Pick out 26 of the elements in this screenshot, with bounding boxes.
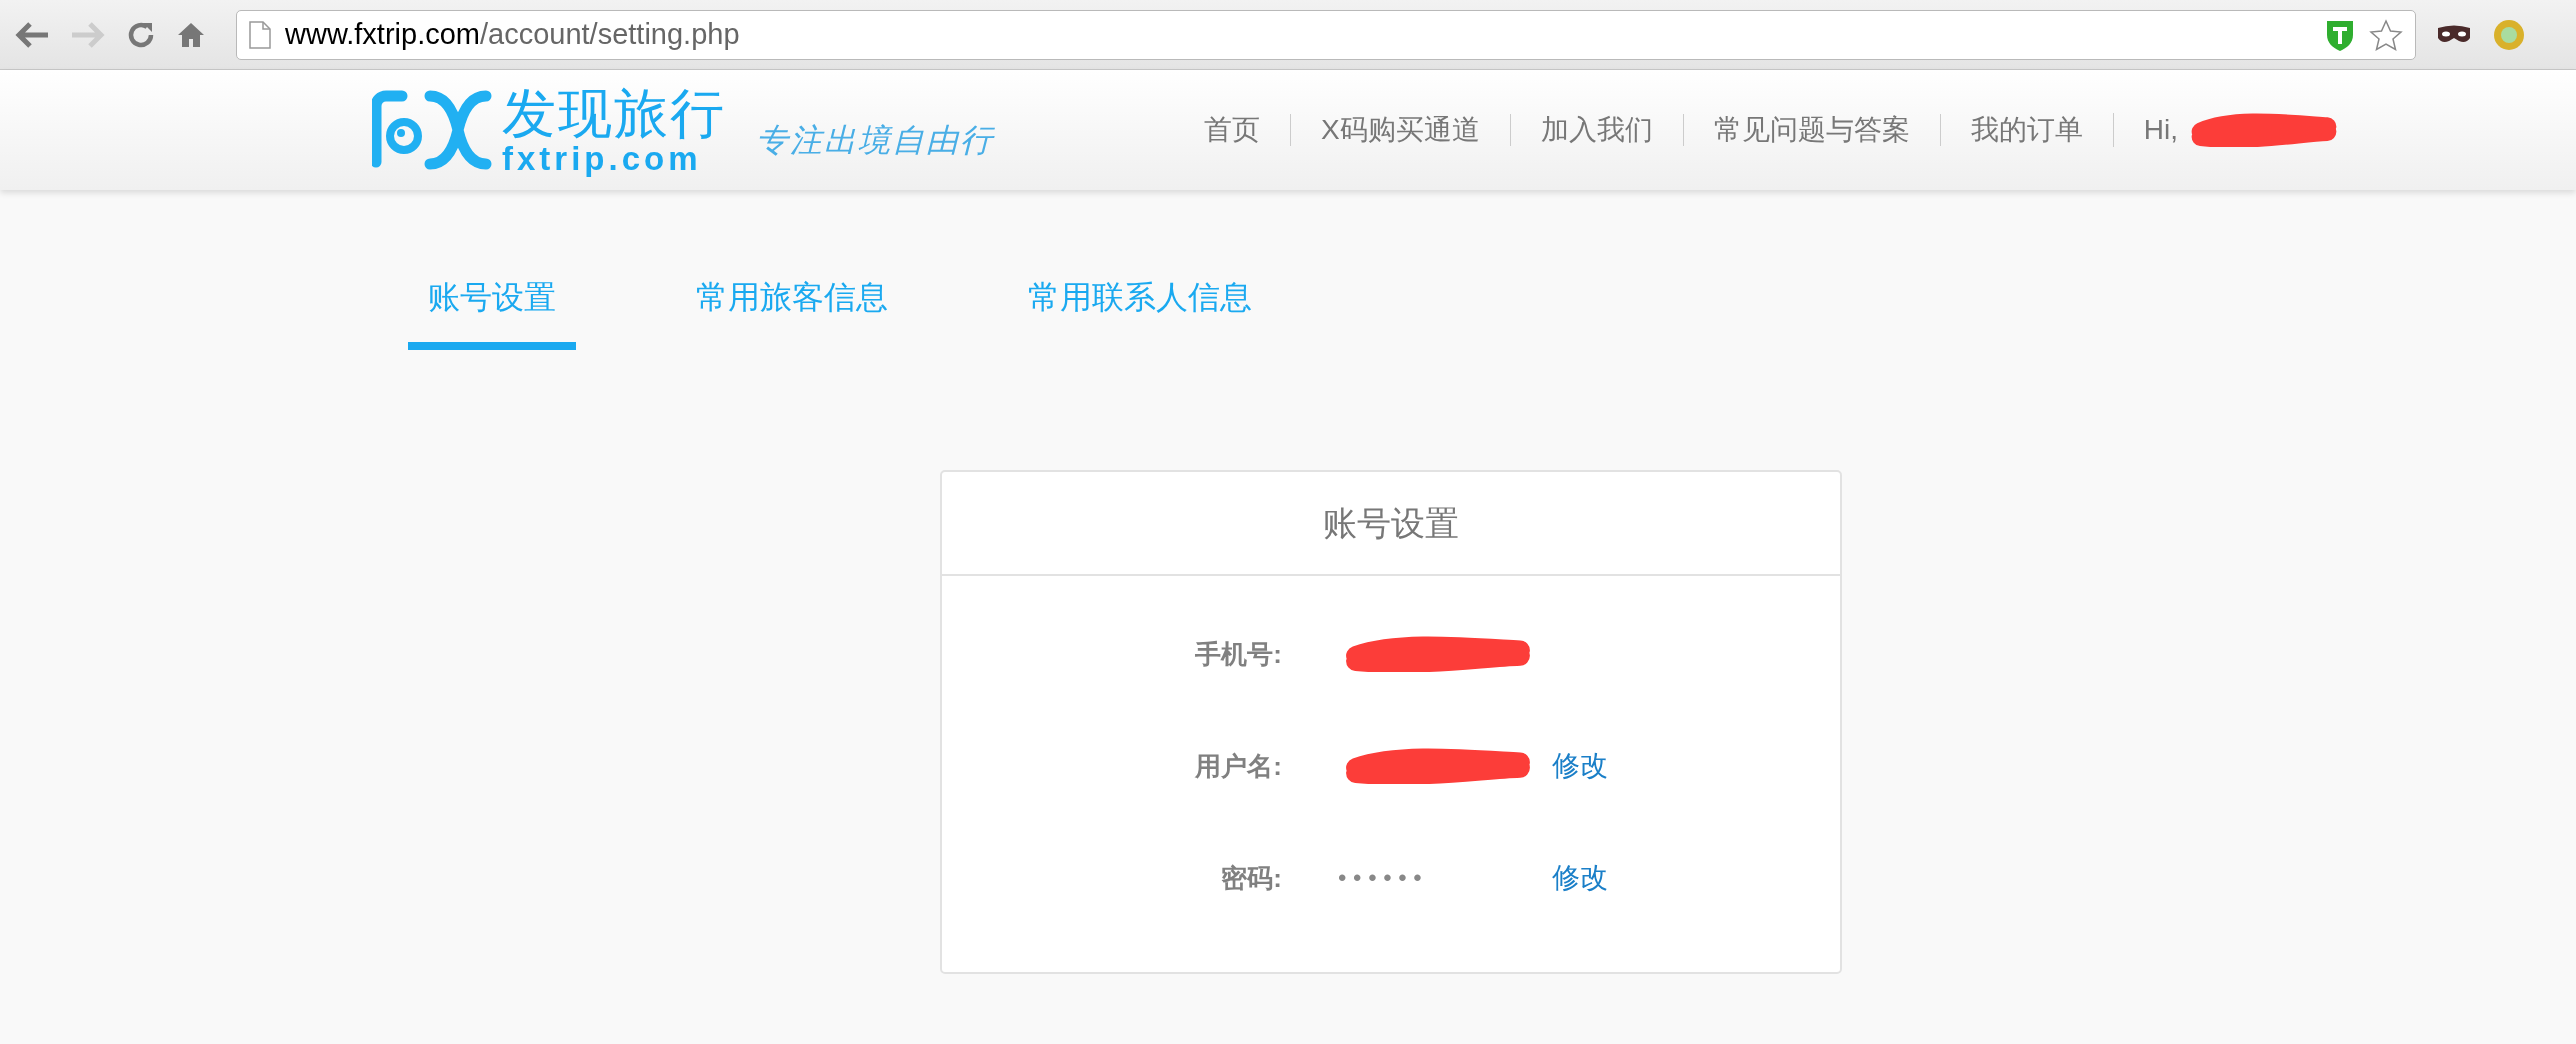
nav-link[interactable]: 首页 (1174, 114, 1290, 146)
field-label: 密码: (1221, 861, 1282, 895)
logo-title: 发现旅行 (502, 85, 726, 140)
nav-link[interactable]: 常见问题与答案 (1682, 114, 1940, 146)
url-path: /account/setting.php (480, 18, 740, 51)
back-icon[interactable] (14, 19, 50, 50)
card-title: 账号设置 (942, 472, 1840, 576)
logo-domain: fxtrip.com (502, 141, 702, 175)
logo-icon (372, 88, 492, 172)
tab[interactable]: 常用联系人信息 (1008, 272, 1272, 350)
page-icon (249, 20, 271, 49)
tab[interactable]: 常用旅客信息 (676, 272, 908, 350)
nav-link[interactable]: 加入我们 (1509, 114, 1683, 146)
nav-link[interactable]: X码购买通道 (1290, 114, 1510, 146)
tab[interactable]: 账号设置 (408, 272, 576, 350)
nav-link[interactable]: 我的订单 (1939, 114, 2113, 146)
edit-link[interactable]: 修改 (1552, 747, 1608, 785)
edit-link[interactable]: 修改 (1552, 859, 1608, 897)
star-icon[interactable] (2369, 18, 2403, 51)
address-bar[interactable]: www.fxtrip.com/account/setting.php (236, 9, 2416, 60)
tagline: 专注出境自由行 (756, 120, 994, 161)
field-value: • • • • • • (1338, 864, 1422, 891)
url-host: www.fxtrip.com (285, 18, 480, 51)
field-label: 手机号: (1195, 637, 1282, 671)
field-label: 用户名: (1195, 749, 1282, 783)
greeting-link[interactable]: Hi, (2143, 114, 2178, 146)
